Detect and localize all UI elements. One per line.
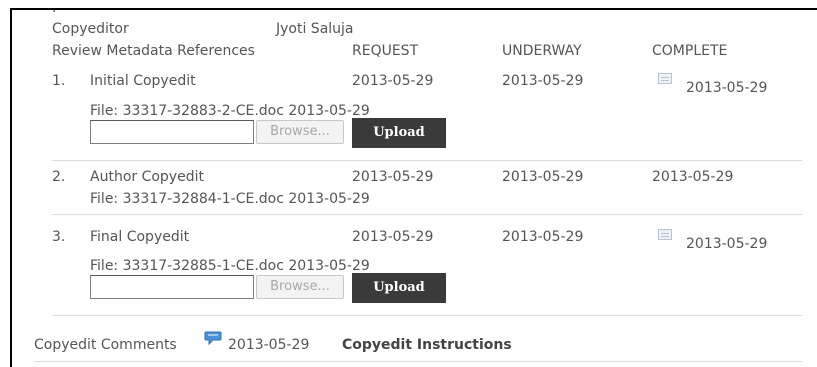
file-link[interactable]: File: 33317-32884-1-CE.doc 2013-05-29	[90, 190, 370, 208]
review-metadata-references-link[interactable]: Review Metadata References	[52, 42, 255, 60]
underway-date: 2013-05-29	[502, 169, 584, 185]
row-number: 2.	[52, 169, 66, 185]
row-number: 1.	[52, 73, 66, 89]
clipped-heading-text: .	[52, 8, 57, 16]
complete-date: 2013-05-29	[652, 169, 734, 185]
column-header-underway: UNDERWAY	[502, 43, 582, 59]
upload-button[interactable]: Upload	[352, 118, 446, 148]
underway-date: 2013-05-29	[502, 73, 584, 89]
row-divider	[52, 214, 802, 215]
complete-email-icon[interactable]	[658, 73, 672, 84]
file-path-input[interactable]	[90, 275, 254, 299]
browse-button[interactable]: Browse...	[256, 120, 344, 144]
browse-button[interactable]: Browse...	[256, 275, 344, 299]
row-name: Final Copyedit	[90, 229, 190, 245]
request-date: 2013-05-29	[352, 169, 434, 185]
file-path-input[interactable]	[90, 120, 254, 144]
column-header-request: REQUEST	[352, 43, 419, 59]
row-name: Initial Copyedit	[90, 73, 196, 89]
request-date: 2013-05-29	[352, 73, 434, 89]
footer-divider	[34, 361, 802, 362]
complete-date: 2013-05-29	[686, 80, 768, 96]
copyedit-comments-label: Copyedit Comments	[34, 337, 177, 353]
row-divider	[52, 315, 802, 316]
file-link[interactable]: File: 33317-32885-1-CE.doc 2013-05-29	[90, 257, 370, 275]
copyedit-instructions-link[interactable]: Copyedit Instructions	[342, 336, 512, 354]
row-name: Author Copyedit	[90, 169, 204, 185]
copyeditor-name: Jyoti Saluja	[276, 21, 354, 37]
underway-date: 2013-05-29	[502, 229, 584, 245]
upload-button[interactable]: Upload	[352, 273, 446, 303]
request-date: 2013-05-29	[352, 229, 434, 245]
complete-email-icon[interactable]	[658, 229, 672, 240]
file-link[interactable]: File: 33317-32883-2-CE.doc 2013-05-29	[90, 102, 370, 120]
copyeditor-label: Copyeditor	[52, 21, 129, 37]
row-divider	[52, 160, 802, 161]
comment-bubble-icon[interactable]	[204, 330, 222, 346]
copyedit-panel: . Copyeditor Jyoti Saluja Review Metadat…	[10, 8, 817, 367]
copyedit-comments-date: 2013-05-29	[228, 337, 310, 353]
complete-date: 2013-05-29	[686, 236, 768, 252]
row-number: 3.	[52, 229, 66, 245]
column-header-complete: COMPLETE	[652, 43, 728, 59]
